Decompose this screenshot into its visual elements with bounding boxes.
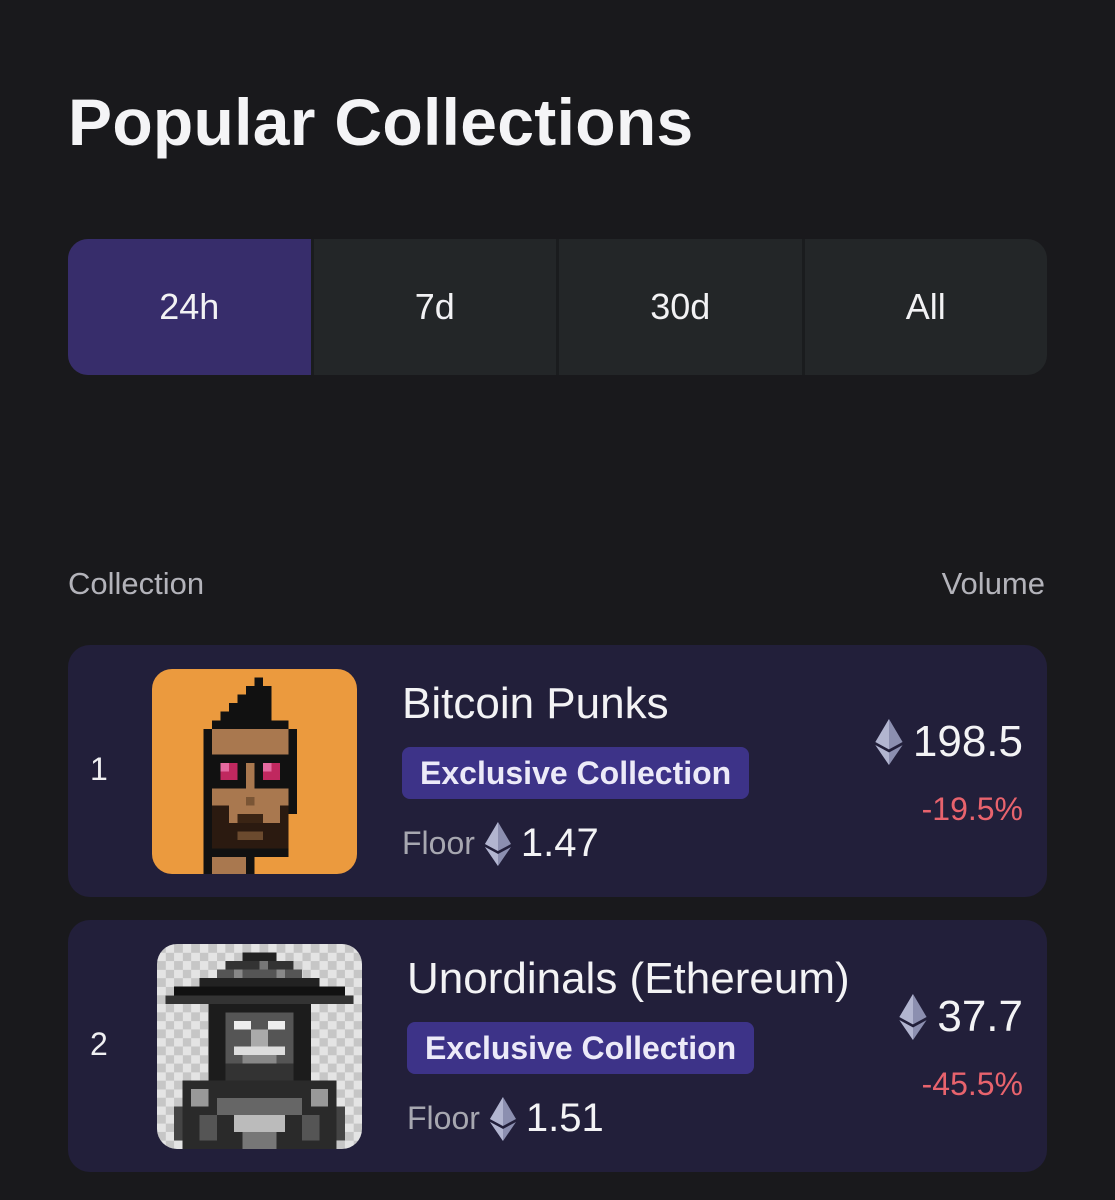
floor-label: Floor xyxy=(402,825,475,861)
floor-price: Floor 1.51 xyxy=(407,1096,604,1141)
rank-number: 1 xyxy=(90,751,108,787)
ethereum-icon xyxy=(899,994,927,1040)
collection-name[interactable]: Unordinals (Ethereum) xyxy=(407,954,850,1004)
collection-row[interactable]: 2 Unordinals (Ethereum) Exclusive Collec… xyxy=(68,920,1047,1172)
popular-collections-page: Popular Collections 24h 7d 30d All Colle… xyxy=(0,0,1115,1200)
collection-column-header: Collection xyxy=(68,566,205,601)
exclusive-collection-badge: Exclusive Collection xyxy=(402,747,750,799)
floor-value: 1.51 xyxy=(525,1096,604,1140)
volume-change: -19.5% xyxy=(921,791,1023,827)
collection-name[interactable]: Bitcoin Punks xyxy=(402,679,669,729)
volume: 198.5 xyxy=(875,717,1023,767)
tab-7d[interactable]: 7d xyxy=(314,239,559,375)
tab-all[interactable]: All xyxy=(805,239,1048,375)
collection-row[interactable]: 1 Bitcoin Punks Exclusive Collection Flo… xyxy=(68,645,1047,897)
volume-column-header: Volume xyxy=(941,566,1045,601)
unordinals-avatar-icon xyxy=(157,944,362,1149)
bitcoin-punk-avatar-icon xyxy=(152,669,357,874)
volume-value: 37.7 xyxy=(937,992,1023,1041)
ethereum-icon xyxy=(484,821,511,866)
time-range-tabs: 24h 7d 30d All xyxy=(68,239,1047,375)
volume: 37.7 xyxy=(899,992,1023,1042)
tab-24h[interactable]: 24h xyxy=(68,239,314,375)
volume-change: -45.5% xyxy=(921,1066,1023,1102)
page-title: Popular Collections xyxy=(68,85,694,159)
ethereum-icon xyxy=(489,1096,516,1141)
floor-price: Floor 1.47 xyxy=(402,821,599,866)
ethereum-icon xyxy=(875,719,903,765)
tab-30d[interactable]: 30d xyxy=(559,239,805,375)
volume-value: 198.5 xyxy=(912,717,1023,766)
floor-value: 1.47 xyxy=(520,821,599,865)
exclusive-collection-badge: Exclusive Collection xyxy=(407,1022,755,1074)
floor-label: Floor xyxy=(407,1100,480,1136)
rank-number: 2 xyxy=(90,1026,108,1062)
